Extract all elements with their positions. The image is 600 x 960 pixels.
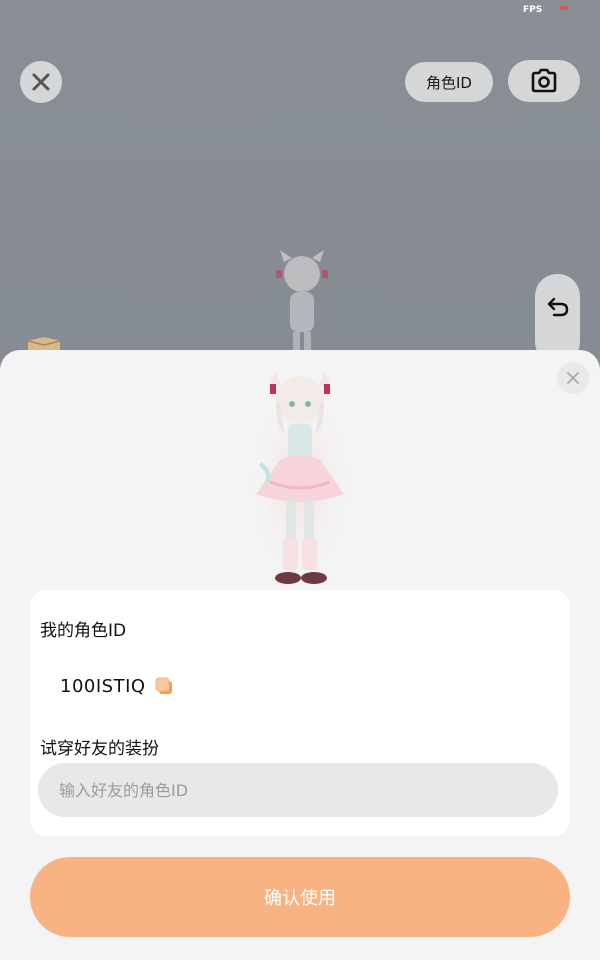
my-id-title: 我的角色ID [40, 621, 127, 641]
copy-icon[interactable] [154, 676, 174, 696]
my-id-value: 100ISTIQ [60, 676, 146, 697]
close-button[interactable] [20, 61, 62, 103]
confirm-label: 确认使用 [264, 888, 336, 909]
try-on-sheet: 我的角色ID 100ISTIQ 试穿好友的装扮 确认使用 [0, 350, 600, 960]
id-card: 我的角色ID 100ISTIQ 试穿好友的装扮 [30, 590, 570, 836]
character-preview [242, 372, 358, 592]
fps-indicator [560, 6, 568, 10]
try-friend-title: 试穿好友的装扮 [40, 739, 159, 759]
undo-icon [547, 297, 568, 317]
camera-button[interactable] [508, 60, 580, 102]
role-id-button[interactable]: 角色ID [405, 62, 493, 102]
sheet-close-button[interactable] [557, 362, 589, 394]
close-icon [32, 73, 50, 91]
scene-character [276, 250, 328, 352]
camera-icon [531, 68, 557, 93]
confirm-button[interactable]: 确认使用 [30, 857, 570, 937]
role-id-label: 角色ID [426, 73, 472, 92]
fps-label: FPS [523, 5, 543, 15]
friend-id-input[interactable] [38, 763, 558, 817]
close-icon [567, 372, 579, 384]
